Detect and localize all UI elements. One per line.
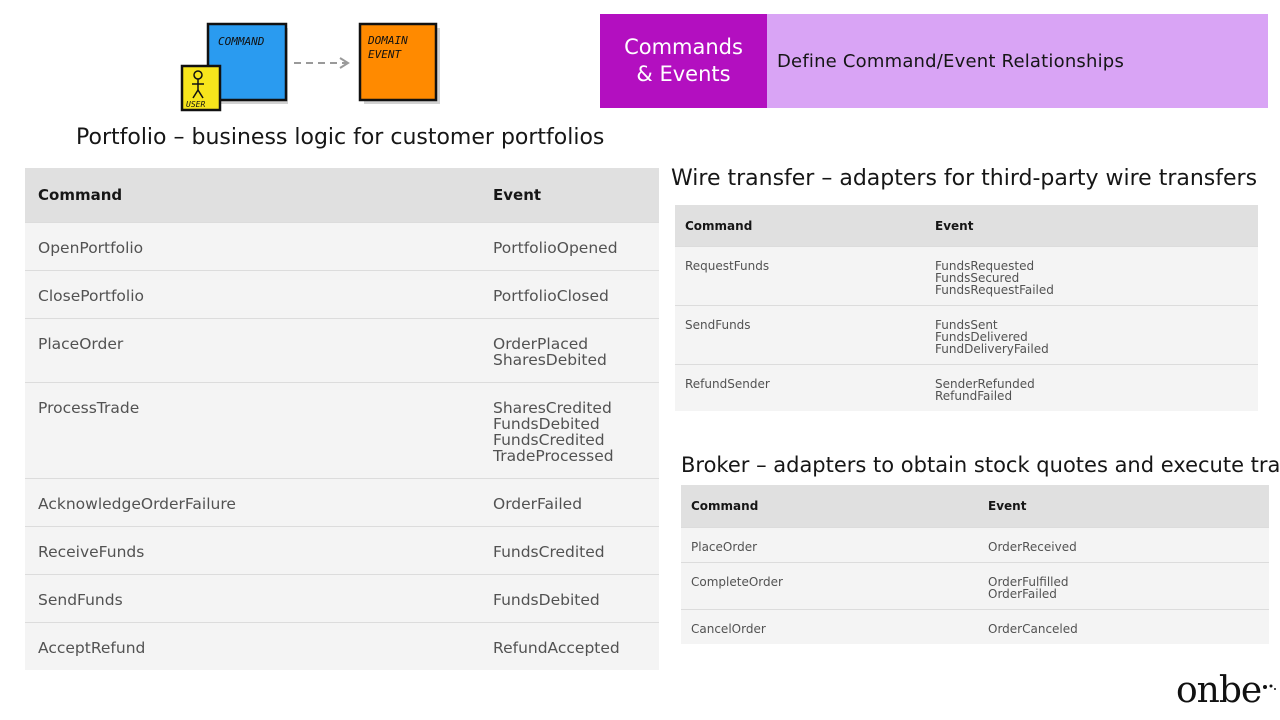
- command-header: Command: [25, 168, 480, 223]
- subtitle-banner: Define Command/Event Relationships: [767, 14, 1268, 108]
- command-cell: SendFunds: [25, 574, 480, 623]
- table-row: CancelOrder OrderCanceled: [681, 609, 1269, 644]
- table-header-row: Command Event: [675, 205, 1258, 247]
- event-cell: FundsRequested FundsSecured FundsRequestFa…: [925, 246, 1258, 306]
- command-cell: PlaceOrder: [681, 527, 978, 563]
- event-name: FundsCredited: [493, 543, 605, 561]
- command-cell: ProcessTrade: [25, 382, 480, 479]
- table-row: ProcessTrade SharesCredited FundsDebited Fu…: [25, 382, 659, 479]
- table-row: AcknowledgeOrderFailure OrderFailed: [25, 478, 659, 527]
- event-cell: PortfolioOpened: [480, 222, 659, 271]
- event-name: OrderReceived: [988, 540, 1077, 554]
- event-name: OrderPlaced: [493, 335, 589, 353]
- user-note-label: USER: [186, 100, 205, 109]
- event-name: PortfolioOpened: [493, 239, 618, 257]
- event-cell: OrderFulfilled OrderFailed: [978, 562, 1269, 610]
- subtitle-text: Define Command/Event Relationships: [777, 50, 1125, 72]
- command-cell: ClosePortfolio: [25, 270, 480, 319]
- command-cell: PlaceOrder: [25, 318, 480, 383]
- event-cell: SharesCredited FundsDebited FundsCredited T…: [480, 382, 659, 479]
- command-cell: AcknowledgeOrderFailure: [25, 478, 480, 527]
- event-cell: SenderRefunded RefundFailed: [925, 364, 1258, 411]
- event-name: PortfolioClosed: [493, 287, 609, 305]
- broker-title: Broker – adapters to obtain stock quotes…: [681, 453, 1280, 477]
- event-name: OrderFailed: [988, 587, 1057, 601]
- event-name: TradeProcessed: [493, 447, 614, 465]
- event-cell: FundsDebited: [480, 574, 659, 623]
- command-header: Command: [681, 485, 978, 528]
- event-name: FundsRequestFailed: [935, 283, 1054, 297]
- table-row: ClosePortfolio PortfolioClosed: [25, 270, 659, 319]
- event-name: OrderFailed: [493, 495, 583, 513]
- portfolio-table: Command Event OpenPortfolio PortfolioOpen…: [25, 168, 659, 670]
- event-cell: RefundAccepted: [480, 622, 659, 670]
- event-name: RefundAccepted: [493, 639, 620, 657]
- table-row: ReceiveFunds FundsCredited: [25, 526, 659, 575]
- section-banner: Commands & Events: [600, 14, 767, 108]
- onbe-logo: onbe: [1176, 670, 1262, 711]
- logo-dots-icon: [1263, 684, 1276, 690]
- event-note-line2: EVENT: [368, 48, 402, 61]
- portfolio-title: Portfolio – business logic for customer …: [76, 125, 605, 150]
- event-header: Event: [480, 168, 659, 223]
- event-cell: PortfolioClosed: [480, 270, 659, 319]
- table-row: RequestFunds FundsRequested FundsSecured Fu…: [675, 246, 1258, 306]
- event-cell: OrderPlaced SharesDebited: [480, 318, 659, 383]
- event-name: FundsDebited: [493, 591, 600, 609]
- command-cell: RefundSender: [675, 364, 925, 411]
- event-header: Event: [978, 485, 1269, 528]
- event-name: OrderCanceled: [988, 622, 1078, 636]
- table-row: AcceptRefund RefundAccepted: [25, 622, 659, 670]
- command-event-illustration: COMMAND USER DOMAIN EVENT: [180, 22, 440, 112]
- command-cell: OpenPortfolio: [25, 222, 480, 271]
- event-name: FundDeliveryFailed: [935, 342, 1049, 356]
- table-row: PlaceOrder OrderReceived: [681, 527, 1269, 563]
- command-cell: ReceiveFunds: [25, 526, 480, 575]
- table-header-row: Command Event: [25, 168, 659, 223]
- command-cell: SendFunds: [675, 305, 925, 365]
- event-name: SharesCredited: [493, 399, 612, 417]
- command-cell: CompleteOrder: [681, 562, 978, 610]
- table-row: CompleteOrder OrderFulfilled OrderFailed: [681, 562, 1269, 610]
- section-title: Commands & Events: [624, 35, 743, 86]
- command-header: Command: [675, 205, 925, 247]
- command-cell: AcceptRefund: [25, 622, 480, 670]
- wire-transfer-title: Wire transfer – adapters for third-party…: [671, 166, 1258, 191]
- table-row: RefundSender SenderRefunded RefundFailed: [675, 364, 1258, 411]
- event-name: FundsCredited: [493, 431, 605, 449]
- command-cell: CancelOrder: [681, 609, 978, 644]
- table-row: SendFunds FundsSent FundsDelivered FundDeli…: [675, 305, 1258, 365]
- event-cell: FundsSent FundsDelivered FundDeliveryFaile…: [925, 305, 1258, 365]
- table-header-row: Command Event: [681, 485, 1269, 528]
- wire-transfer-table: Command Event RequestFunds FundsRequested…: [675, 205, 1258, 411]
- event-cell: OrderCanceled: [978, 609, 1269, 644]
- table-row: SendFunds FundsDebited: [25, 574, 659, 623]
- event-name: FundsDebited: [493, 415, 600, 433]
- event-note-line1: DOMAIN: [367, 34, 408, 47]
- event-name: RefundFailed: [935, 389, 1013, 403]
- event-header: Event: [925, 205, 1258, 247]
- table-row: PlaceOrder OrderPlaced SharesDebited: [25, 318, 659, 383]
- table-row: OpenPortfolio PortfolioOpened: [25, 222, 659, 271]
- broker-table: Command Event PlaceOrder OrderReceived Com…: [681, 485, 1269, 644]
- event-cell: OrderFailed: [480, 478, 659, 527]
- event-name: SharesDebited: [493, 351, 607, 369]
- event-cell: FundsCredited: [480, 526, 659, 575]
- command-note-label: COMMAND: [218, 35, 265, 48]
- event-cell: OrderReceived: [978, 527, 1269, 563]
- command-cell: RequestFunds: [675, 246, 925, 306]
